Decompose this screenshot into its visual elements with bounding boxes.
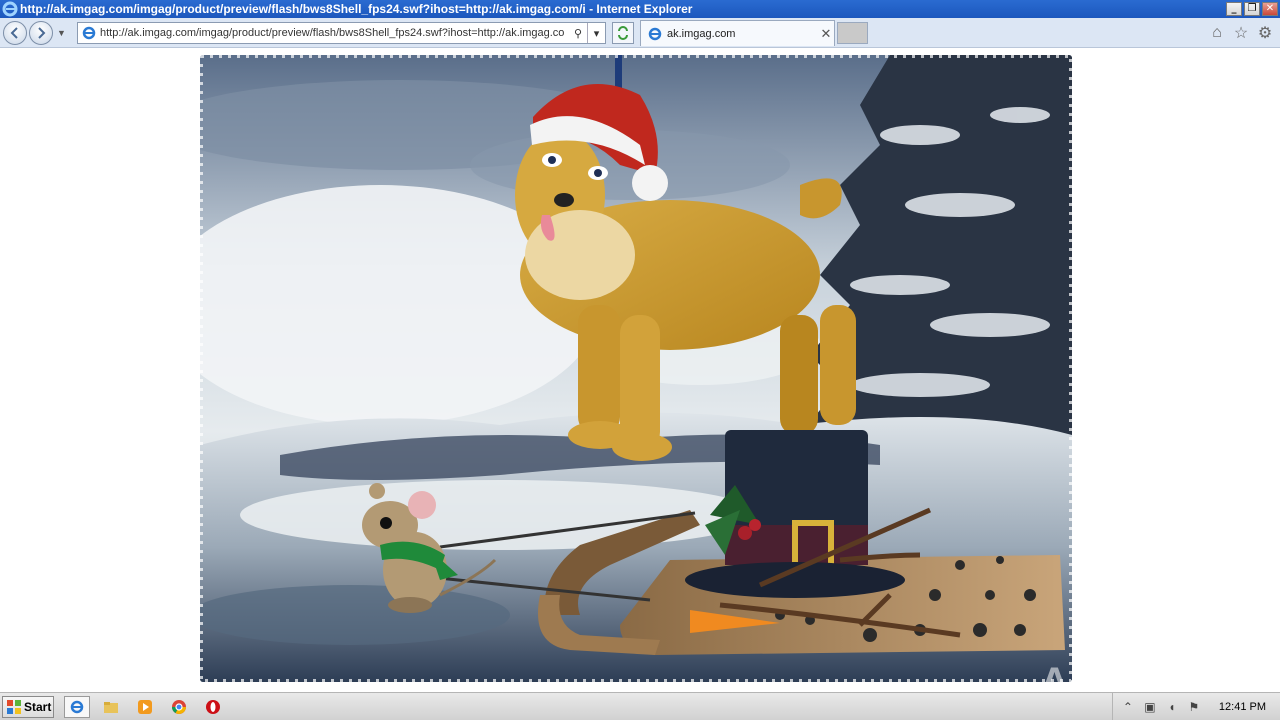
start-label: Start (24, 699, 52, 714)
tab-title: ak.imgag.com (667, 27, 736, 40)
forward-button[interactable] (29, 20, 53, 45)
opera-icon[interactable] (200, 696, 226, 718)
winter-scene-illustration (200, 55, 1072, 682)
tab-ie-icon (648, 27, 662, 40)
new-tab-button[interactable] (837, 22, 868, 44)
minimize-button[interactable]: _ (1226, 2, 1242, 16)
compatibility-refresh-button[interactable] (612, 22, 634, 44)
close-button[interactable]: ✕ (1262, 2, 1278, 16)
internet-explorer-icon[interactable] (64, 695, 90, 718)
window-controls: _ ❐ ✕ (1226, 2, 1278, 16)
history-dropdown-icon[interactable]: ▼ (57, 28, 66, 38)
browser-toolbar: ▼ http://ak.imgag.com/imgag/product/prev… (0, 18, 1280, 48)
show-hidden-icons-icon[interactable]: ⌃ (1119, 698, 1137, 716)
system-tray: ⌃ ▣ ◖ ⚑ 12:41 PM (1111, 693, 1280, 720)
home-icon[interactable]: ⌂ (1208, 24, 1226, 42)
toolbar-right-icons: ⌂ ☆ ⚙ (1208, 24, 1274, 42)
star-icon[interactable]: ☆ (1232, 24, 1250, 42)
tab-ak-imgag[interactable]: ak.imgag.com ✕ (640, 20, 835, 46)
gear-icon[interactable]: ⚙ (1256, 24, 1274, 42)
back-button[interactable] (3, 20, 27, 45)
page-ie-icon (82, 26, 96, 40)
address-url[interactable]: http://ak.imgag.com/imgag/product/previe… (100, 27, 569, 39)
action-center-flag-icon[interactable]: ⚑ (1185, 698, 1203, 716)
window-title: http://ak.imgag.com/imgag/product/previe… (20, 2, 693, 16)
volume-icon[interactable]: ◖ (1163, 698, 1181, 716)
taskbar: Start ⌃ ▣ ◖ ⚑ 12:41 PM (0, 692, 1280, 720)
network-icon[interactable]: ▣ (1141, 698, 1159, 716)
back-arrow-icon (10, 26, 18, 39)
start-button[interactable]: Start (2, 695, 54, 718)
chrome-icon[interactable] (166, 696, 192, 718)
maximize-button[interactable]: ❐ (1244, 2, 1260, 16)
address-bar[interactable]: http://ak.imgag.com/imgag/product/previe… (77, 22, 606, 44)
media-player-icon[interactable] (132, 696, 158, 718)
tab-close-icon[interactable]: ✕ (818, 26, 834, 42)
flash-movie[interactable] (200, 55, 1072, 682)
title-bar: http://ak.imgag.com/imgag/product/previe… (0, 0, 1280, 18)
ie-window: http://ak.imgag.com/imgag/product/previe… (0, 0, 1280, 720)
search-icon[interactable]: ⚲ (569, 23, 587, 43)
windows-logo-icon (7, 699, 21, 714)
page-content: ANY RUN (0, 48, 1280, 704)
address-dropdown-icon[interactable]: ▾ (587, 23, 605, 43)
ie-logo-icon (2, 1, 18, 17)
clock[interactable]: 12:41 PM (1219, 701, 1266, 713)
folder-icon[interactable] (98, 696, 124, 718)
taskbar-apps (64, 695, 226, 718)
forward-arrow-icon (38, 26, 46, 39)
refresh-icon (618, 26, 628, 40)
